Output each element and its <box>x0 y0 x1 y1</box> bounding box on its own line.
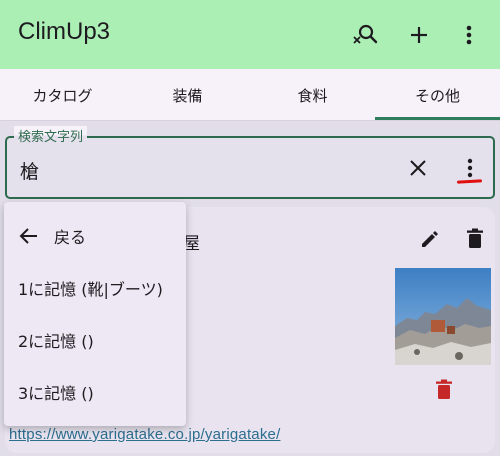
more-vert-icon[interactable] <box>454 20 484 50</box>
close-icon[interactable] <box>404 154 432 182</box>
menu-item-memory-1[interactable]: 1に記憶 (靴|ブーツ) <box>4 262 186 314</box>
tab-catalog[interactable]: カタログ <box>0 69 125 121</box>
tab-bar: カタログ 装備 食料 その他 <box>0 69 500 121</box>
tab-other[interactable]: その他 <box>375 69 500 121</box>
pencil-icon[interactable] <box>416 225 444 253</box>
item-photo <box>395 268 491 365</box>
menu-item-memory-2[interactable]: 2に記憶 () <box>4 314 186 366</box>
tab-equipment[interactable]: 装備 <box>125 69 250 121</box>
search-history-menu: 戻る 1に記憶 (靴|ブーツ) 2に記憶 () 3に記憶 () <box>4 202 186 426</box>
arrow-left-icon <box>18 225 40 247</box>
search-more-icon[interactable] <box>456 154 484 182</box>
menu-item-memory-3[interactable]: 3に記憶 () <box>4 366 186 418</box>
search-field-label: 検索文字列 <box>14 126 88 145</box>
search-input[interactable]: 槍 <box>20 157 39 184</box>
app-bar: ClimUp3 <box>0 0 500 69</box>
menu-item-back-label: 戻る <box>54 228 87 247</box>
app-title: ClimUp3 <box>18 18 111 45</box>
delete-photo-icon[interactable] <box>430 376 458 404</box>
tab-indicator <box>375 117 500 120</box>
menu-item-back[interactable]: 戻る <box>4 210 186 262</box>
tab-food[interactable]: 食料 <box>250 69 375 121</box>
search-clear-icon[interactable] <box>350 20 380 50</box>
url-link[interactable]: https://www.yarigatake.co.jp/yarigatake/ <box>9 426 280 443</box>
trash-icon[interactable] <box>461 225 489 253</box>
plus-icon[interactable] <box>404 20 434 50</box>
